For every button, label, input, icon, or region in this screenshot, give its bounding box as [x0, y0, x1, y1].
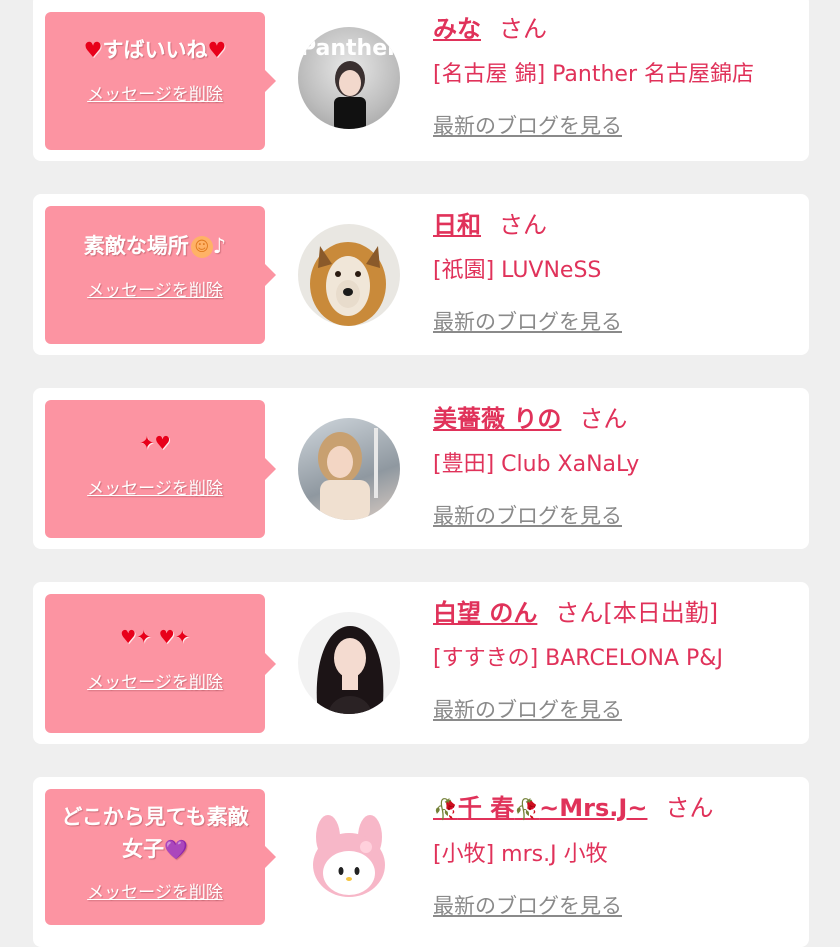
message-card: ♥すばいいね♥ メッセージを削除 Panther みな さん [名古屋 錦] Pa…: [33, 0, 809, 161]
sparkle-heart-icon: ✦♥: [139, 433, 171, 454]
delete-message-link[interactable]: メッセージを削除: [45, 878, 265, 903]
rose-icon: 🥀: [514, 797, 540, 821]
delete-message-link[interactable]: メッセージを削除: [45, 668, 265, 693]
shop-name: [小牧] mrs.J 小牧: [433, 842, 608, 867]
honorific: さん: [555, 599, 604, 627]
cast-info: 日和 さん [祇園] LUVNeSS 最新のブログを見る: [433, 210, 799, 336]
delete-message-link[interactable]: メッセージを削除: [45, 276, 265, 301]
avatar[interactable]: [298, 418, 400, 520]
cast-info: 美薔薇 りの さん [豊田] Club XaNaLy 最新のブログを見る: [433, 404, 799, 530]
cast-name-suffix: ~Mrs.J~: [539, 794, 648, 822]
name-line: 美薔薇 りの さん: [433, 404, 799, 434]
honorific: さん: [499, 211, 547, 239]
delete-message-link[interactable]: メッセージを削除: [45, 474, 265, 499]
smiley-icon: ☺: [190, 236, 213, 258]
message-text: どこから見ても素敵女子: [61, 805, 249, 861]
avatar[interactable]: [298, 612, 400, 714]
cast-name-link[interactable]: みな: [433, 15, 481, 43]
message-card: ✦♥ メッセージを削除 美薔薇 りの さん [豊田] Club XaNaLy 最新…: [33, 388, 809, 549]
name-line: 🥀千 春🥀~Mrs.J~ さん: [433, 793, 799, 824]
cast-name-link[interactable]: 白望 のん: [433, 599, 537, 627]
message-text-row: ♥✦ ♥✦: [45, 620, 265, 654]
avatar-image: Panther: [300, 36, 398, 129]
shift-status: [本日出勤]: [603, 599, 719, 627]
cast-info: 🥀千 春🥀~Mrs.J~ さん [小牧] mrs.J 小牧 最新のブログを見る: [433, 793, 799, 920]
message-list: ♥すばいいね♥ メッセージを削除 Panther みな さん [名古屋 錦] Pa…: [0, 0, 840, 947]
shop-name: [祇園] LUVNeSS: [433, 258, 602, 283]
heart-icon: ♥: [207, 38, 227, 62]
honorific: さん: [499, 15, 547, 43]
heart-icon: ♥: [83, 38, 103, 62]
avatar-image: [318, 428, 378, 520]
latest-blog-link[interactable]: 最新のブログを見る: [433, 500, 622, 530]
cast-info: 白望 のん さん[本日出勤] [すすきの] BARCELONA P&J 最新のブロ…: [433, 598, 799, 724]
delete-message-link[interactable]: メッセージを削除: [45, 80, 265, 105]
cast-name-link[interactable]: 🥀千 春🥀~Mrs.J~: [433, 794, 647, 822]
rose-icon: 🥀: [433, 797, 458, 821]
shop-name: [すすきの] BARCELONA P&J: [433, 646, 723, 671]
avatar[interactable]: [298, 224, 400, 326]
message-text-row: 素敵な場所 ☺ ♪: [45, 230, 265, 262]
cast-name-link[interactable]: 日和: [433, 211, 481, 239]
message-bubble: どこから見ても素敵女子💜 メッセージを削除: [45, 789, 276, 925]
message-text: 素敵な場所: [83, 234, 189, 258]
shop-name: [名古屋 錦] Panther 名古屋錦店: [433, 62, 754, 87]
name-line: 白望 のん さん[本日出勤]: [433, 598, 799, 628]
cast-name-text: 千 春: [457, 794, 515, 822]
cast-name-link[interactable]: 美薔薇 りの: [433, 405, 561, 433]
honorific: さん: [665, 794, 714, 822]
message-card: ♥✦ ♥✦ メッセージを削除 白望 のん さん[本日出勤] [すすきの] BARC…: [33, 582, 809, 744]
message-card: どこから見ても素敵女子💜 メッセージを削除 🥀千 春🥀~Mrs.J~ さん [小牧…: [33, 777, 809, 947]
avatar-image: [316, 626, 384, 714]
message-text-row: ♥すばいいね♥: [45, 34, 265, 66]
message-bubble: ♥✦ ♥✦ メッセージを削除: [45, 594, 276, 733]
avatar[interactable]: [298, 807, 400, 909]
purple-heart-icon: 💜: [164, 839, 188, 861]
avatar-image: [310, 242, 386, 326]
latest-blog-link[interactable]: 最新のブログを見る: [433, 694, 622, 724]
shop-name: [豊田] Club XaNaLy: [433, 452, 640, 477]
latest-blog-link[interactable]: 最新のブログを見る: [433, 890, 622, 920]
cast-info: みな さん [名古屋 錦] Panther 名古屋錦店 最新のブログを見る: [433, 14, 799, 140]
latest-blog-link[interactable]: 最新のブログを見る: [433, 110, 622, 140]
message-bubble: ✦♥ メッセージを削除: [45, 400, 276, 538]
name-line: 日和 さん: [433, 210, 799, 240]
sparkle-heart-icon: ♥✦: [158, 627, 190, 648]
message-card: 素敵な場所 ☺ ♪ メッセージを削除 日和 さん [祇園] LUVNeSS 最新のブロ…: [33, 194, 809, 355]
avatar-overlay-text: Panther: [300, 36, 398, 61]
message-text-row: どこから見ても素敵女子💜: [45, 801, 265, 866]
message-bubble: ♥すばいいね♥ メッセージを削除: [45, 12, 276, 150]
music-note-icon: ♪: [212, 234, 227, 258]
message-text-row: ✦♥: [45, 426, 265, 460]
message-bubble: 素敵な場所 ☺ ♪ メッセージを削除: [45, 206, 276, 344]
avatar[interactable]: Panther: [298, 27, 400, 129]
honorific: さん: [579, 405, 628, 433]
latest-blog-link[interactable]: 最新のブログを見る: [433, 306, 622, 336]
avatar-image: [313, 815, 385, 897]
message-text: すばいいね: [102, 38, 208, 62]
sparkle-heart-icon: ♥✦: [120, 627, 152, 648]
name-line: みな さん: [433, 14, 799, 44]
